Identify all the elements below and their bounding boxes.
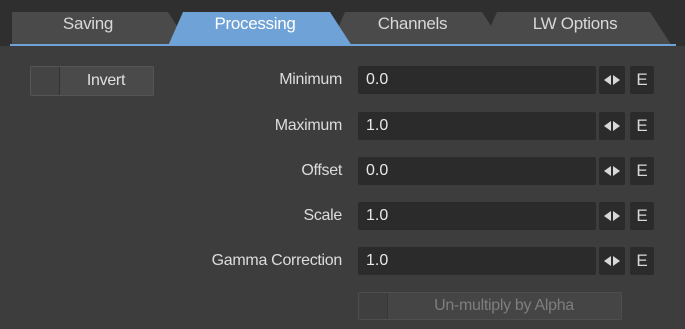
image-processing-panel: Saving Processing Channels LW Options In… [0,0,685,329]
left-right-arrows-icon [604,75,620,85]
maximum-label: Maximum [274,117,343,134]
scale-label: Scale [303,207,342,224]
offset-slider-arrows[interactable] [599,157,625,185]
offset-envelope-button[interactable]: E [630,157,654,185]
tab-bar: Saving Processing Channels LW Options [0,0,685,46]
tab-channels[interactable]: Channels [345,12,480,36]
scale-field[interactable]: 1.0 [358,202,596,230]
minimum-field[interactable]: 0.0 [358,66,596,94]
left-right-arrows-icon [604,211,620,221]
unmultiply-by-alpha-button[interactable]: Un-multiply by Alpha [358,292,622,320]
tab-lw-options[interactable]: LW Options [500,12,650,36]
scale-slider-arrows[interactable] [599,202,625,230]
unmultiply-toggle-indicator [359,293,388,319]
tab-processing[interactable]: Processing [185,12,325,36]
tab-saving[interactable]: Saving [28,12,148,36]
minimum-envelope-button[interactable]: E [630,66,654,94]
scale-envelope-button[interactable]: E [630,202,654,230]
left-right-arrows-icon [604,166,620,176]
minimum-slider-arrows[interactable] [599,66,625,94]
maximum-envelope-button[interactable]: E [630,112,654,140]
gamma-correction-field[interactable]: 1.0 [358,247,596,275]
tab-underline [10,44,676,46]
maximum-field[interactable]: 1.0 [358,112,596,140]
left-right-arrows-icon [604,256,620,266]
maximum-slider-arrows[interactable] [599,112,625,140]
invert-toggle-indicator [31,67,60,95]
minimum-label: Minimum [279,71,342,88]
left-right-arrows-icon [604,121,620,131]
offset-label: Offset [301,162,342,179]
unmultiply-button-label: Un-multiply by Alpha [434,297,574,314]
gamma-correction-slider-arrows[interactable] [599,247,625,275]
offset-field[interactable]: 0.0 [358,157,596,185]
gamma-correction-envelope-button[interactable]: E [630,247,654,275]
gamma-correction-label: Gamma Correction [211,252,343,269]
